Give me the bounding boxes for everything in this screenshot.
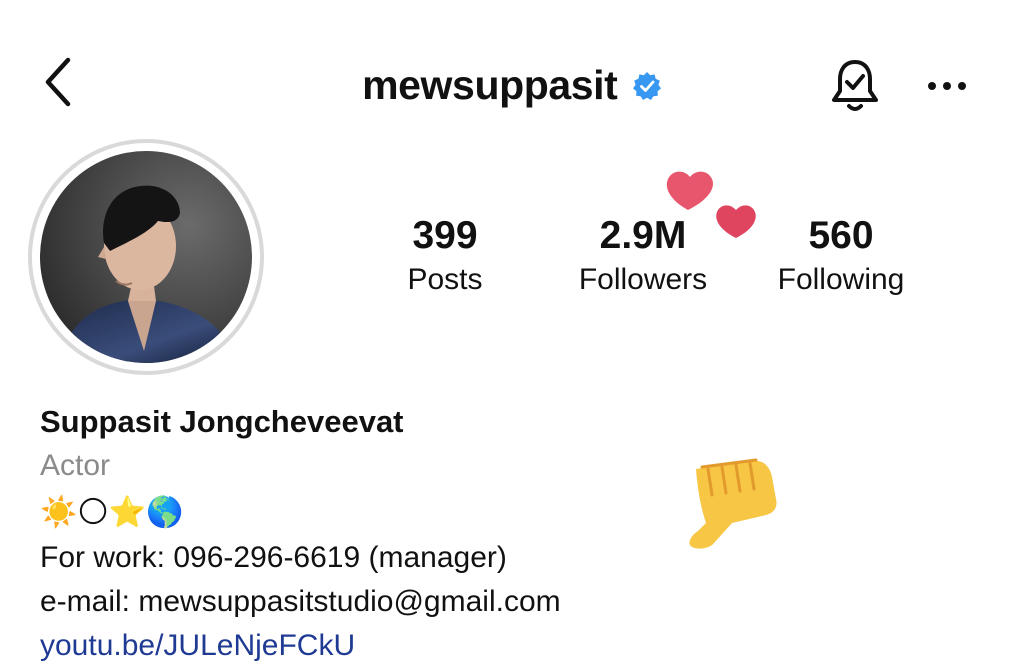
username-title: mewsuppasit (362, 62, 618, 108)
posts-label: Posts (407, 263, 483, 296)
following-stat[interactable]: 560 Following (746, 214, 936, 302)
more-options-icon[interactable] (922, 72, 972, 100)
bio-work-contact: For work: 096-296-6619 (manager) (40, 541, 507, 574)
verified-badge-icon (632, 71, 661, 100)
bio-emojis: ☀️🌕⭐🌎 (40, 496, 184, 529)
profile-category: Actor (40, 449, 111, 482)
profile-avatar[interactable] (40, 151, 252, 363)
posts-stat[interactable]: 399 Posts (350, 214, 540, 302)
bio-link[interactable]: youtu.be/JULeNjeFCkU (40, 624, 940, 668)
hearts-sticker (666, 171, 756, 238)
following-count: 560 (808, 214, 874, 257)
notification-bell-icon[interactable] (828, 56, 882, 116)
following-label: Following (777, 263, 905, 296)
posts-count: 399 (412, 214, 478, 257)
profile-bio: Suppasit Jongcheveevat Actor ☀️🌕⭐🌎 For w… (40, 402, 940, 668)
followers-label: Followers (578, 263, 708, 296)
profile-name: Suppasit Jongcheveevat (40, 404, 404, 439)
bio-email: e-mail: mewsuppasitstudio@gmail.com (40, 585, 561, 618)
avatar-portrait (40, 151, 252, 363)
